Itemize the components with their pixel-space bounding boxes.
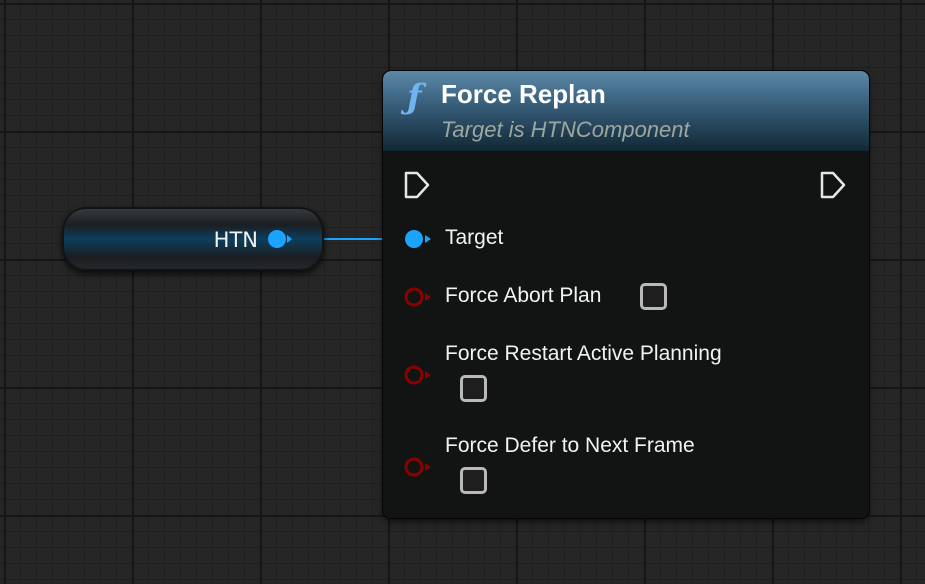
object-reference-pin-icon[interactable] (267, 228, 293, 250)
target-pin-icon[interactable] (403, 228, 435, 250)
force-replan-function-node[interactable]: ƒ Force Replan Target is HTNComponent Ta… (383, 71, 869, 518)
force-abort-plan-checkbox[interactable] (640, 283, 667, 310)
force-abort-plan-label: Force Abort Plan (445, 284, 602, 307)
function-icon: ƒ (407, 77, 422, 117)
function-title: Force Replan (441, 79, 606, 109)
exec-input-pin-icon[interactable] (403, 170, 431, 200)
htn-variable-node[interactable]: HTN (62, 207, 324, 271)
variable-label: HTN (213, 228, 258, 252)
force-defer-to-next-frame-checkbox[interactable] (460, 467, 487, 494)
force-restart-active-planning-label: Force Restart Active Planning (445, 342, 722, 365)
force-restart-active-planning-checkbox[interactable] (460, 375, 487, 402)
bool-pin-icon[interactable] (403, 364, 435, 386)
function-subtitle: Target is HTNComponent (441, 117, 690, 142)
target-pin-label: Target (445, 226, 504, 249)
bool-pin-icon[interactable] (403, 456, 435, 478)
bool-pin-icon[interactable] (403, 286, 435, 308)
function-node-header: ƒ Force Replan Target is HTNComponent (383, 71, 869, 151)
exec-output-pin-icon[interactable] (819, 170, 847, 200)
force-defer-to-next-frame-label: Force Defer to Next Frame (445, 434, 695, 457)
